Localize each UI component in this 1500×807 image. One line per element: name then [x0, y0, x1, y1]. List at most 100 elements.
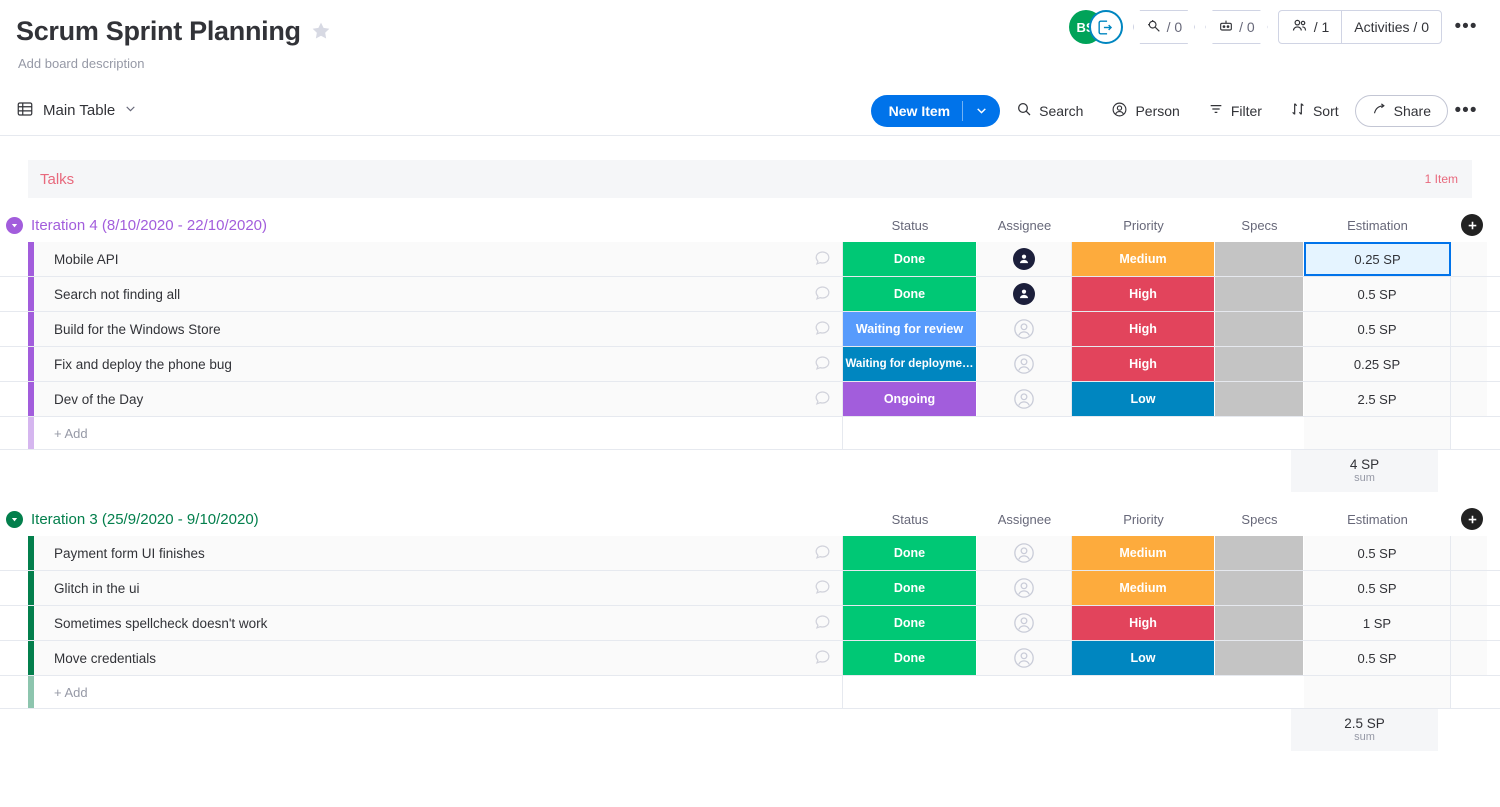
- assignee-placeholder-icon[interactable]: [1013, 612, 1035, 634]
- estimation-cell[interactable]: 0.5 SP: [1304, 536, 1451, 570]
- table-row[interactable]: Glitch in the ui Done Medium 0.5 SP: [0, 571, 1500, 606]
- item-name-cell[interactable]: Fix and deploy the phone bug: [34, 347, 843, 381]
- item-name-cell[interactable]: Build for the Windows Store: [34, 312, 843, 346]
- chat-bubble-icon[interactable]: [813, 612, 832, 634]
- activities-button[interactable]: Activities / 0: [1341, 11, 1441, 43]
- estimation-cell[interactable]: 0.25 SP: [1304, 347, 1451, 381]
- sort-button[interactable]: Sort: [1278, 95, 1351, 127]
- estimation-cell[interactable]: 0.5 SP: [1304, 571, 1451, 605]
- item-name-cell[interactable]: Mobile API: [34, 242, 843, 276]
- assignee-cell[interactable]: [977, 641, 1072, 675]
- add-item-row[interactable]: + Add: [0, 676, 1500, 709]
- tab-main-table[interactable]: Main Table: [16, 100, 137, 122]
- table-row[interactable]: Sometimes spellcheck doesn't work Done H…: [0, 606, 1500, 641]
- status-cell[interactable]: Done: [843, 606, 977, 640]
- priority-cell[interactable]: Medium: [1072, 571, 1215, 605]
- assignee-cell[interactable]: [977, 242, 1072, 276]
- priority-cell[interactable]: Medium: [1072, 536, 1215, 570]
- item-name-cell[interactable]: Payment form UI finishes: [34, 536, 843, 570]
- priority-cell[interactable]: High: [1072, 347, 1215, 381]
- specs-cell[interactable]: [1215, 277, 1304, 311]
- column-header-assignee[interactable]: Assignee: [977, 218, 1072, 233]
- share-button[interactable]: Share: [1355, 95, 1448, 127]
- status-cell[interactable]: Waiting for review: [843, 312, 977, 346]
- specs-cell[interactable]: [1215, 536, 1304, 570]
- assignee-placeholder-icon[interactable]: [1013, 577, 1035, 599]
- column-header-estimation[interactable]: Estimation: [1304, 512, 1451, 527]
- chat-bubble-icon[interactable]: [813, 283, 832, 305]
- assignee-placeholder-icon[interactable]: [1013, 388, 1035, 410]
- chat-bubble-icon[interactable]: [813, 647, 832, 669]
- column-header-specs[interactable]: Specs: [1215, 512, 1304, 527]
- chat-bubble-icon[interactable]: [813, 388, 832, 410]
- chat-bubble-icon[interactable]: [813, 248, 832, 270]
- specs-cell[interactable]: [1215, 347, 1304, 381]
- assignee-cell[interactable]: [977, 536, 1072, 570]
- more-options-icon[interactable]: •••: [1452, 97, 1480, 125]
- add-item-label[interactable]: + Add: [34, 676, 843, 708]
- priority-cell[interactable]: Low: [1072, 641, 1215, 675]
- status-cell[interactable]: Done: [843, 536, 977, 570]
- column-header-status[interactable]: Status: [843, 218, 977, 233]
- estimation-cell[interactable]: 0.5 SP: [1304, 641, 1451, 675]
- item-name-cell[interactable]: Dev of the Day: [34, 382, 843, 416]
- priority-cell[interactable]: Low: [1072, 382, 1215, 416]
- table-row[interactable]: Dev of the Day Ongoing Low 2.5 SP: [0, 382, 1500, 417]
- chat-bubble-icon[interactable]: [813, 577, 832, 599]
- assignee-cell[interactable]: [977, 347, 1072, 381]
- add-column-icon[interactable]: [1461, 214, 1483, 236]
- column-header-priority[interactable]: Priority: [1072, 512, 1215, 527]
- board-description[interactable]: Add board description: [18, 56, 1476, 71]
- integration-pill[interactable]: / 0: [1205, 10, 1268, 44]
- priority-cell[interactable]: Medium: [1072, 242, 1215, 276]
- avatar[interactable]: [1013, 248, 1035, 270]
- column-header-status[interactable]: Status: [843, 512, 977, 527]
- add-item-row[interactable]: + Add: [0, 417, 1500, 450]
- column-header-estimation[interactable]: Estimation: [1304, 218, 1451, 233]
- assignee-placeholder-icon[interactable]: [1013, 318, 1035, 340]
- assignee-cell[interactable]: [977, 606, 1072, 640]
- chat-bubble-icon[interactable]: [813, 542, 832, 564]
- estimation-cell[interactable]: 0.5 SP: [1304, 312, 1451, 346]
- assignee-cell[interactable]: [977, 571, 1072, 605]
- assignee-placeholder-icon[interactable]: [1013, 353, 1035, 375]
- collapse-arrow-icon[interactable]: [6, 217, 23, 234]
- status-cell[interactable]: Done: [843, 641, 977, 675]
- table-row[interactable]: Build for the Windows Store Waiting for …: [0, 312, 1500, 347]
- group-title[interactable]: Iteration 4 (8/10/2020 - 22/10/2020): [31, 217, 267, 234]
- automation-pill[interactable]: / 0: [1133, 10, 1196, 44]
- status-cell[interactable]: Done: [843, 571, 977, 605]
- table-row[interactable]: Payment form UI finishes Done Medium 0.5…: [0, 536, 1500, 571]
- item-name-cell[interactable]: Glitch in the ui: [34, 571, 843, 605]
- table-row[interactable]: Fix and deploy the phone bug Waiting for…: [0, 347, 1500, 382]
- specs-cell[interactable]: [1215, 312, 1304, 346]
- specs-cell[interactable]: [1215, 606, 1304, 640]
- column-header-specs[interactable]: Specs: [1215, 218, 1304, 233]
- assignee-cell[interactable]: [977, 382, 1072, 416]
- group-title[interactable]: Iteration 3 (25/9/2020 - 9/10/2020): [31, 511, 259, 528]
- talks-label[interactable]: Talks: [40, 171, 74, 188]
- avatar[interactable]: [1013, 283, 1035, 305]
- board-members-button[interactable]: / 1: [1279, 11, 1342, 43]
- assignee-placeholder-icon[interactable]: [1013, 542, 1035, 564]
- assignee-cell[interactable]: [977, 312, 1072, 346]
- priority-cell[interactable]: High: [1072, 606, 1215, 640]
- priority-cell[interactable]: High: [1072, 277, 1215, 311]
- star-icon[interactable]: [311, 21, 331, 41]
- add-column-icon[interactable]: [1461, 508, 1483, 530]
- search-button[interactable]: Search: [1004, 95, 1095, 127]
- status-cell[interactable]: Done: [843, 277, 977, 311]
- chevron-down-icon[interactable]: [963, 104, 1000, 117]
- filter-button[interactable]: Filter: [1196, 95, 1274, 127]
- person-filter-button[interactable]: Person: [1099, 95, 1191, 127]
- assignee-cell[interactable]: [977, 277, 1072, 311]
- estimation-cell[interactable]: 1 SP: [1304, 606, 1451, 640]
- table-row[interactable]: Mobile API Done Medium 0.25 SP: [0, 242, 1500, 277]
- item-name-cell[interactable]: Sometimes spellcheck doesn't work: [34, 606, 843, 640]
- chat-bubble-icon[interactable]: [813, 318, 832, 340]
- chevron-down-icon[interactable]: [124, 102, 137, 119]
- item-name-cell[interactable]: Move credentials: [34, 641, 843, 675]
- chat-bubble-icon[interactable]: [813, 353, 832, 375]
- specs-cell[interactable]: [1215, 571, 1304, 605]
- status-cell[interactable]: Waiting for deployme…: [843, 347, 977, 381]
